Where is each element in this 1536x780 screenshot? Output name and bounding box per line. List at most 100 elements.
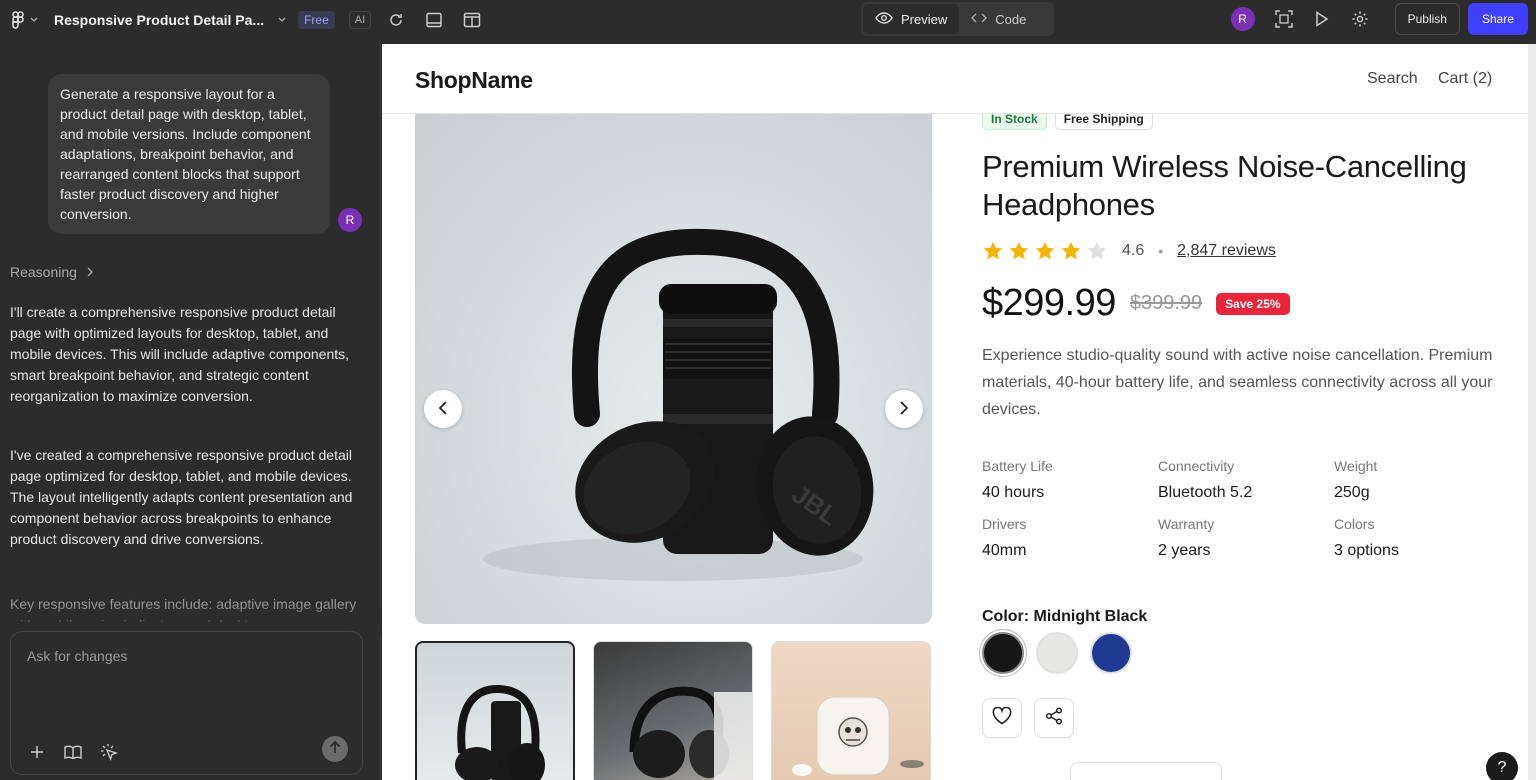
code-icon — [971, 12, 988, 27]
wishlist-button[interactable] — [982, 698, 1022, 738]
nav-cart-link[interactable]: Cart (2) — [1438, 70, 1492, 88]
spec-label: Drivers — [982, 516, 1027, 532]
tablet-view-icon[interactable] — [425, 11, 443, 29]
chat-input-box — [10, 631, 363, 775]
publish-button[interactable]: Publish — [1394, 3, 1460, 35]
chat-panel: Generate a responsive layout for a produ… — [0, 44, 381, 780]
app-logo-icon[interactable] — [10, 10, 38, 30]
spec-value: 250g — [1334, 484, 1370, 501]
spec-value: 40 hours — [982, 484, 1045, 501]
spec-label: Battery Life — [982, 458, 1053, 474]
arrow-up-icon — [329, 740, 341, 759]
ai-badge[interactable]: AI — [348, 11, 372, 29]
color-label: Color: Midnight Black — [982, 608, 1148, 625]
play-icon[interactable] — [1313, 10, 1331, 28]
toolbar-right: R Publish Share — [1230, 2, 1528, 36]
spec-value: 2 years — [1158, 542, 1211, 559]
thumbnail-2[interactable] — [593, 641, 753, 780]
thumbnail-headphones-bag-image — [629, 686, 752, 780]
responsive-view-icon[interactable] — [463, 11, 481, 29]
spec-item: Weight 250g — [1334, 458, 1510, 502]
share-icon — [1045, 706, 1063, 730]
product-main-image: JBL — [415, 114, 932, 624]
spec-label: Warranty — [1158, 516, 1215, 532]
user-message: Generate a responsive layout for a produ… — [48, 74, 330, 234]
thumbnail-earbuds-case-image — [792, 696, 924, 776]
quantity-stepper[interactable] — [1070, 762, 1222, 780]
chevron-right-icon — [900, 399, 909, 420]
preview-label: Preview — [901, 11, 948, 27]
site-header: ShopName Search Cart (2) — [382, 44, 1528, 114]
shop-logo[interactable]: ShopName — [415, 67, 533, 94]
avatar[interactable]: R — [1230, 7, 1255, 31]
spec-item: Warranty 2 years — [1158, 516, 1334, 560]
discount-badge: Save 25% — [1216, 292, 1290, 315]
file-title[interactable]: Responsive Product Detail Pa... — [54, 12, 264, 28]
toolbar-left: Responsive Product Detail Pa... Free AI — [0, 0, 481, 40]
product-description: Experience studio-quality sound with act… — [982, 347, 1493, 418]
eye-icon — [875, 11, 893, 27]
share-button[interactable]: Share — [1467, 3, 1528, 35]
spec-item: Battery Life 40 hours — [982, 458, 1158, 502]
ai-message: I've created a comprehensive responsive … — [10, 447, 353, 547]
scan-icon[interactable] — [1274, 10, 1293, 28]
star-filled-icon — [1034, 240, 1056, 262]
top-toolbar: Responsive Product Detail Pa... Free AI … — [0, 0, 1536, 40]
swatch-blue[interactable] — [1090, 632, 1132, 674]
chevron-down-icon[interactable] — [278, 15, 286, 26]
nav-search-link[interactable]: Search — [1367, 70, 1418, 88]
chat-input[interactable] — [27, 648, 327, 664]
rating-row: 4.6 • 2,847 reviews — [982, 240, 1276, 262]
reasoning-toggle[interactable]: Reasoning — [10, 264, 93, 280]
swatch-midnight-black[interactable] — [982, 632, 1024, 674]
ai-message: I'll create a comprehensive responsive p… — [10, 304, 350, 404]
refresh-icon[interactable] — [387, 11, 405, 29]
spec-item: Colors 3 options — [1334, 516, 1510, 560]
code-tab[interactable]: Code — [959, 4, 1038, 34]
scroll-fade — [0, 604, 381, 634]
spec-value: 3 options — [1334, 542, 1399, 559]
color-swatches — [982, 632, 1132, 674]
thumbnail-3[interactable] — [771, 641, 931, 780]
send-button[interactable] — [322, 736, 348, 762]
spec-label: Weight — [1334, 458, 1378, 474]
select-element-icon[interactable] — [99, 742, 119, 762]
original-price: $399.99 — [1129, 292, 1203, 314]
star-filled-icon — [982, 240, 1004, 262]
toolbar-icons — [387, 11, 481, 29]
product-actions — [982, 698, 1074, 738]
reasoning-label: Reasoning — [10, 264, 77, 280]
swatch-silver[interactable] — [1036, 632, 1078, 674]
spec-item: Drivers 40mm — [982, 516, 1158, 560]
help-button[interactable]: ? — [1486, 752, 1518, 780]
spec-value: 40mm — [982, 542, 1027, 559]
prev-image-button[interactable] — [424, 390, 462, 428]
preview-frame: ShopName Search Cart (2) JBL In Stock Fr… — [382, 44, 1528, 780]
code-label: Code — [995, 11, 1027, 27]
preview-scrollbar[interactable] — [1528, 44, 1536, 780]
chevron-left-icon — [438, 399, 447, 420]
spec-item: Connectivity Bluetooth 5.2 — [1158, 458, 1334, 502]
chat-input-tools — [27, 742, 119, 762]
star-filled-icon — [1008, 240, 1030, 262]
user-avatar: R — [338, 208, 362, 232]
book-icon[interactable] — [63, 742, 83, 762]
thumbnail-headphones-image — [455, 684, 545, 780]
next-image-button[interactable] — [885, 390, 923, 428]
plan-badge: Free — [298, 11, 335, 29]
spec-grid: Battery Life 40 hours Connectivity Bluetoo… — [982, 458, 1522, 560]
view-mode-toggle: Preview Code — [861, 2, 1054, 36]
spec-label: Colors — [1334, 516, 1375, 532]
star-empty-icon — [1086, 240, 1108, 262]
gear-icon[interactable] — [1351, 10, 1369, 28]
rating-value: 4.6 — [1122, 242, 1145, 259]
preview-tab[interactable]: Preview — [863, 4, 960, 34]
chevron-right-icon — [87, 264, 93, 280]
share-product-button[interactable] — [1034, 698, 1074, 738]
heart-icon — [992, 706, 1012, 730]
thumbnail-1[interactable] — [415, 641, 575, 780]
separator-dot: • — [1158, 243, 1164, 259]
reviews-link[interactable]: 2,847 reviews — [1177, 242, 1276, 260]
star-filled-icon — [1060, 240, 1082, 262]
plus-icon[interactable] — [27, 742, 47, 762]
